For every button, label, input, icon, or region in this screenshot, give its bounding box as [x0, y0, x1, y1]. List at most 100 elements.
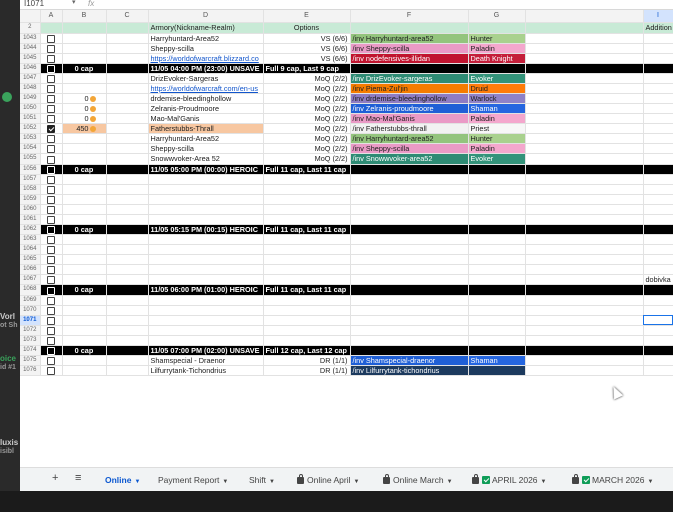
armory-cell[interactable]: [148, 184, 264, 195]
cap-cell[interactable]: [62, 305, 107, 316]
class-cell[interactable]: Death Knight: [468, 53, 526, 64]
armory-cell[interactable]: drdemise-bleedinghollow: [148, 93, 264, 105]
row-number[interactable]: 1063: [20, 234, 41, 246]
checkbox-cell[interactable]: [40, 214, 63, 225]
cell-h[interactable]: [525, 284, 644, 296]
class-cell[interactable]: Shaman: [468, 103, 526, 115]
addition-option-cell[interactable]: [643, 164, 673, 175]
options-cell[interactable]: [263, 194, 351, 205]
addition-option-cell[interactable]: [643, 53, 673, 64]
checkbox[interactable]: [47, 175, 55, 184]
checkbox-cell[interactable]: [40, 83, 63, 94]
row-number[interactable]: 1066: [20, 264, 41, 276]
invite-cell[interactable]: [350, 315, 469, 326]
cap-cell[interactable]: 0: [62, 103, 107, 115]
checkbox[interactable]: [47, 367, 55, 375]
addition-option-cell[interactable]: [643, 43, 673, 54]
class-cell[interactable]: [468, 224, 526, 236]
class-cell[interactable]: [468, 325, 526, 336]
options-cell[interactable]: Full 11 cap, Last 11 cap: [263, 164, 351, 175]
options-cell[interactable]: MoQ (2/2): [263, 93, 351, 105]
cell-c[interactable]: [106, 143, 149, 155]
column-header-b[interactable]: B: [62, 10, 107, 23]
all-sheets-menu-button[interactable]: ≡: [75, 472, 81, 484]
cap-cell[interactable]: [62, 33, 107, 44]
checkbox-cell[interactable]: [40, 244, 63, 256]
armory-cell[interactable]: [148, 274, 264, 286]
class-cell[interactable]: [468, 274, 526, 286]
cell-c[interactable]: [106, 153, 149, 165]
cell-h[interactable]: [525, 274, 644, 286]
invite-cell[interactable]: /inv Snowwvoker-area52: [350, 153, 469, 165]
addition-option-cell[interactable]: [643, 184, 673, 195]
addition-option-cell[interactable]: [643, 345, 673, 357]
checkbox-cell[interactable]: [40, 73, 63, 84]
cap-cell[interactable]: [62, 295, 107, 306]
armory-cell[interactable]: Sheppy-scilla: [148, 143, 264, 155]
row-number[interactable]: 1045: [20, 53, 41, 64]
cell-c[interactable]: [106, 73, 149, 84]
invite-cell[interactable]: [350, 305, 469, 316]
cell-c[interactable]: [106, 83, 149, 94]
row-number[interactable]: 1047: [20, 73, 41, 84]
row-number[interactable]: 1057: [20, 174, 41, 185]
row-number[interactable]: 1059: [20, 194, 41, 205]
invite-cell[interactable]: [350, 284, 469, 296]
checkbox-cell[interactable]: [40, 43, 63, 54]
cell-c[interactable]: [106, 284, 149, 296]
cell-h[interactable]: [525, 164, 644, 175]
options-cell[interactable]: [263, 335, 351, 346]
chevron-down-icon[interactable]: ▾: [72, 0, 76, 6]
cell-h[interactable]: [525, 254, 644, 266]
cap-cell[interactable]: [62, 244, 107, 256]
cap-cell[interactable]: 0 cap: [62, 164, 107, 175]
checkbox[interactable]: [47, 215, 55, 224]
checkbox-cell[interactable]: [40, 335, 63, 346]
checkbox[interactable]: [47, 226, 55, 234]
checkbox[interactable]: [47, 306, 55, 315]
cell-c[interactable]: [106, 123, 149, 135]
armory-cell[interactable]: Harryhuntard-Area52: [148, 133, 264, 145]
cell-c[interactable]: [106, 274, 149, 286]
addition-option-cell[interactable]: [643, 214, 673, 225]
row-number[interactable]: 1067: [20, 274, 41, 286]
class-cell[interactable]: [468, 184, 526, 195]
sheet-grid[interactable]: A B C D E F G I 2 Armory(Nickname-Realm) Options Ad…: [20, 10, 673, 460]
addition-option-cell[interactable]: [643, 224, 673, 236]
class-cell[interactable]: [468, 164, 526, 175]
options-cell[interactable]: VS (6/6): [263, 43, 351, 54]
cap-cell[interactable]: [62, 143, 107, 155]
add-sheet-button[interactable]: +: [52, 472, 58, 484]
addition-option-cell[interactable]: [643, 295, 673, 306]
select-all-corner[interactable]: [20, 10, 41, 23]
checkbox-cell[interactable]: [40, 194, 63, 205]
armory-cell[interactable]: Fatherstubbs-Thrall: [148, 123, 264, 135]
cap-cell[interactable]: [62, 355, 107, 367]
cap-cell[interactable]: 0 cap: [62, 224, 107, 236]
class-cell[interactable]: [468, 305, 526, 316]
row-number[interactable]: 1065: [20, 254, 41, 266]
cell-h[interactable]: [525, 73, 644, 84]
addition-option-cell[interactable]: [643, 63, 673, 74]
addition-option-cell[interactable]: [643, 194, 673, 205]
row-number[interactable]: 1070: [20, 305, 41, 316]
addition-option-cell[interactable]: [643, 143, 673, 155]
addition-option-cell[interactable]: [643, 103, 673, 115]
armory-cell[interactable]: [148, 214, 264, 225]
class-cell[interactable]: [468, 204, 526, 215]
column-header-d[interactable]: D: [148, 10, 264, 23]
invite-cell[interactable]: /inv DrizEvoker-sargeras: [350, 73, 469, 84]
row-number[interactable]: 1072: [20, 325, 41, 336]
armory-cell[interactable]: 11/05 05:15 PM (00:15) HEROIC: [148, 224, 264, 236]
cell-h[interactable]: [525, 315, 644, 326]
checkbox[interactable]: [47, 266, 55, 274]
addition-option-cell[interactable]: [643, 113, 673, 125]
row-number[interactable]: 1058: [20, 184, 41, 195]
tab-april-2026[interactable]: APRIL 2026 ▼: [472, 474, 546, 485]
armory-cell[interactable]: [148, 335, 264, 346]
cell-h[interactable]: [525, 224, 644, 236]
options-cell[interactable]: [263, 325, 351, 336]
invite-cell[interactable]: /inv drdemise-bleedinghollow: [350, 93, 469, 105]
cell-c[interactable]: [106, 365, 149, 377]
checkbox-cell[interactable]: [40, 254, 63, 266]
